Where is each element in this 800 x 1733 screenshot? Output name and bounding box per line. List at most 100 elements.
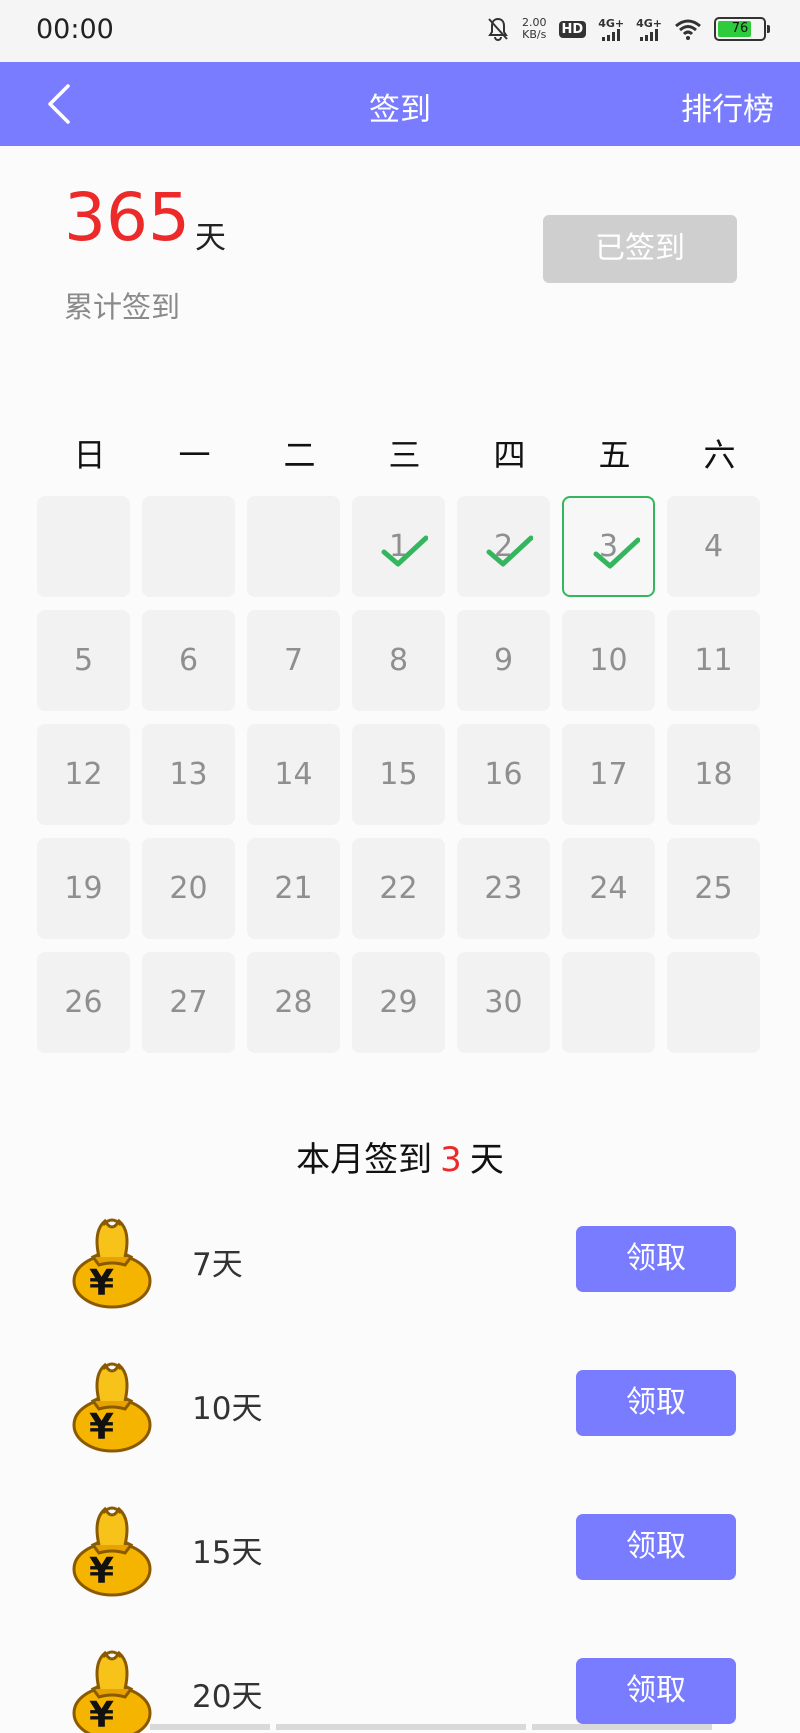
svg-text:¥: ¥ [89,1407,114,1448]
leaderboard-link[interactable]: 排行榜 [681,84,774,129]
calendar-day[interactable]: 6 [142,610,235,711]
calendar-day[interactable]: 5 [37,610,130,711]
money-bag-icon: ¥ [72,1506,152,1597]
day-number: 22 [379,871,418,906]
weekday-label: 三 [388,436,421,474]
day-number: 17 [589,757,628,792]
calendar-empty-cell [667,952,760,1053]
calendar-day[interactable]: 4 [667,496,760,597]
day-number: 7 [283,643,304,678]
status-bar: 00:00 2.00 KB/s HD 4G+ 4G+ 76 [0,0,800,62]
weekday-label: 日 [73,436,106,474]
battery-icon: 76 [714,17,770,41]
reward-row: ¥10天 领取 [0,1355,800,1455]
day-number: 28 [274,985,313,1020]
nav-bar: 签到 排行榜 [0,62,800,146]
calendar-day[interactable]: 15 [352,724,445,825]
day-number: 21 [274,871,313,906]
claim-button[interactable]: 领取 [576,1370,736,1436]
calendar-day[interactable]: 20 [142,838,235,939]
day-number: 10 [589,643,628,678]
day-number: 4 [703,529,724,564]
day-number: 14 [274,757,313,792]
calendar-day[interactable]: 24 [562,838,655,939]
signal-bars-icon [602,28,621,41]
day-number: 9 [493,643,514,678]
claim-button[interactable]: 领取 [576,1514,736,1580]
day-number: 16 [484,757,523,792]
day-number: 12 [64,757,103,792]
calendar-day[interactable]: 7 [247,610,340,711]
weekday-label: 五 [598,436,631,474]
calendar-day[interactable]: 19 [37,838,130,939]
calendar-day[interactable]: 30 [457,952,550,1053]
calendar-day[interactable]: 3 [562,496,655,597]
scroll-indicator [276,1724,526,1730]
total-signin-caption: 累计签到 [64,290,181,324]
calendar-empty-cell [562,952,655,1053]
svg-text:¥: ¥ [89,1695,114,1733]
scroll-indicator [532,1724,712,1730]
day-number: 19 [64,871,103,906]
signal-1: 4G+ [598,18,624,41]
calendar-grid: 1 2 3 4 5 6 7 8 9 10 11 12 13 14 15 16 17 18 19 20 21 22 23 24 2… [37,496,763,1066]
calendar-day[interactable]: 10 [562,610,655,711]
calendar-day[interactable]: 18 [667,724,760,825]
reward-days-label: 10天 [192,1391,263,1427]
calendar-day[interactable]: 2 [457,496,550,597]
hd-badge: HD [558,20,587,38]
day-number: 5 [73,643,94,678]
calendar-day[interactable]: 21 [247,838,340,939]
calendar-day[interactable]: 22 [352,838,445,939]
calendar-day[interactable]: 9 [457,610,550,711]
claim-button[interactable]: 领取 [576,1226,736,1292]
weekday-label: 一 [178,436,211,474]
day-number: 18 [694,757,733,792]
day-number: 29 [379,985,418,1020]
day-number: 15 [379,757,418,792]
day-number: 20 [169,871,208,906]
total-signin-days: 365 [64,179,190,256]
claim-button[interactable]: 领取 [576,1658,736,1724]
calendar-day[interactable]: 27 [142,952,235,1053]
svg-text:¥: ¥ [89,1551,114,1592]
reward-row: ¥20天 领取 [0,1643,800,1733]
money-bag-icon: ¥ [72,1362,152,1453]
wifi-icon [675,19,701,40]
calendar-day[interactable]: 8 [352,610,445,711]
checkmark-icon [381,535,428,567]
day-number: 24 [589,871,628,906]
day-number: 26 [64,985,103,1020]
day-number: 27 [169,985,208,1020]
weekday-header: 日 一 二 三 四 五 六 [37,430,763,476]
reward-row: ¥15天 领取 [0,1499,800,1599]
calendar-day[interactable]: 13 [142,724,235,825]
calendar-day[interactable]: 23 [457,838,550,939]
status-icons: 2.00 KB/s HD 4G+ 4G+ 76 [486,16,770,42]
day-number: 8 [388,643,409,678]
calendar-day[interactable]: 26 [37,952,130,1053]
calendar-day[interactable]: 1 [352,496,445,597]
calendar-day[interactable]: 14 [247,724,340,825]
calendar-empty-cell [247,496,340,597]
calendar-day[interactable]: 16 [457,724,550,825]
calendar-day[interactable]: 29 [352,952,445,1053]
svg-text:¥: ¥ [89,1263,114,1304]
day-number: 23 [484,871,523,906]
status-time: 00:00 [36,14,114,45]
reward-days-label: 7天 [192,1247,243,1283]
calendar-day[interactable]: 25 [667,838,760,939]
calendar-day[interactable]: 28 [247,952,340,1053]
monthly-signin-summary: 本月签到 3 天 [0,1132,800,1181]
signed-in-button[interactable]: 已签到 [543,215,737,283]
calendar-empty-cell [37,496,130,597]
calendar-day[interactable]: 11 [667,610,760,711]
scroll-indicator [150,1724,270,1730]
monthly-suffix: 天 [469,1140,504,1180]
money-bag-icon: ¥ [72,1218,152,1309]
calendar-day[interactable]: 12 [37,724,130,825]
calendar-day[interactable]: 17 [562,724,655,825]
weekday-label: 六 [703,436,736,474]
day-number: 25 [694,871,733,906]
reward-days-label: 20天 [192,1679,263,1715]
